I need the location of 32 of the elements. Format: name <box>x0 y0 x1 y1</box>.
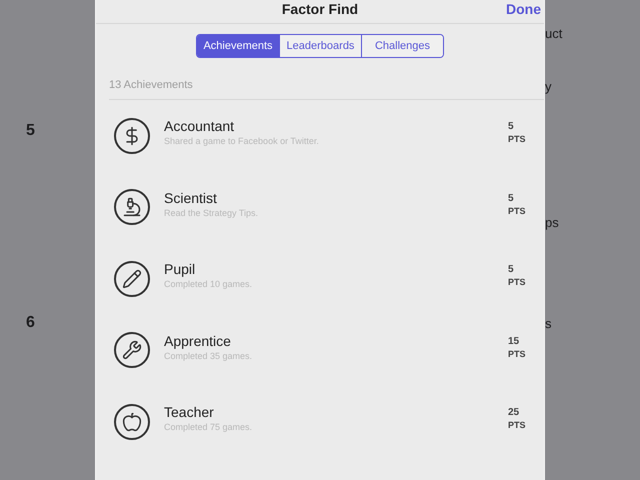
microscope-icon <box>114 189 150 226</box>
segment-tab[interactable]: Leaderboards <box>279 35 361 57</box>
points-value: 5 <box>508 192 514 205</box>
section-number: 5 <box>26 122 35 140</box>
achievement-title: Teacher <box>164 404 215 422</box>
background-row-text: ps <box>545 215 559 230</box>
points-unit: PTS <box>508 276 526 288</box>
done-button[interactable]: Done <box>484 1 544 17</box>
points-value: 25 <box>508 406 520 420</box>
points-value: 5 <box>508 120 514 134</box>
apple-icon <box>114 404 150 440</box>
background-row-text: uct <box>545 26 562 41</box>
section-number: 6 <box>26 314 35 332</box>
segment-tab[interactable]: Challenges <box>361 35 443 57</box>
segment-tab[interactable]: Achievements <box>197 35 279 57</box>
points-unit: PTS <box>508 419 526 432</box>
background-row-text: s <box>545 316 552 331</box>
points-unit: PTS <box>508 133 526 146</box>
background-row-text: y <box>545 79 552 94</box>
points-value: 15 <box>508 334 520 348</box>
wrench-icon <box>114 332 150 368</box>
achievement-title: Pupil <box>164 261 196 278</box>
pencil-icon <box>114 260 150 297</box>
window-title: Factor Find <box>282 1 358 17</box>
list-header: 13 Achievements <box>109 79 193 91</box>
achievement-title: Scientist <box>164 190 218 207</box>
dollar-icon <box>114 118 150 154</box>
points-unit: PTS <box>508 204 526 217</box>
points-value: 5 <box>508 263 514 276</box>
achievement-title: Apprentice <box>164 332 232 350</box>
achievement-title: Accountant <box>164 118 236 136</box>
points-unit: PTS <box>508 348 526 360</box>
